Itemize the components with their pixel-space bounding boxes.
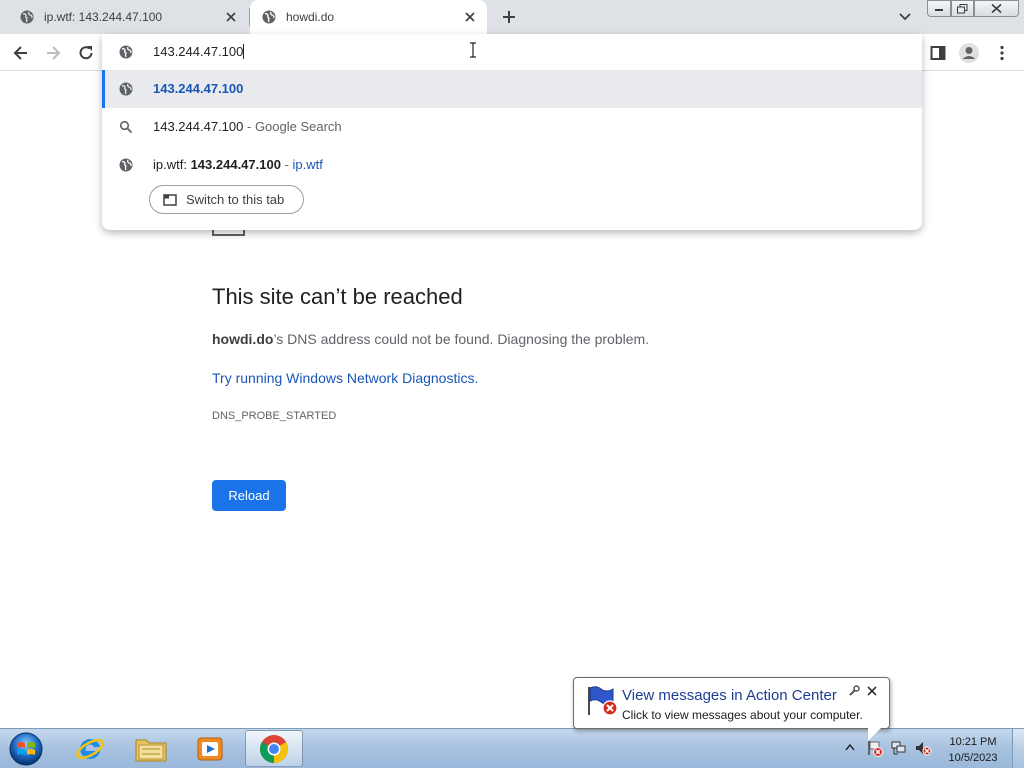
restore-button[interactable] bbox=[951, 0, 974, 17]
error-message-text: ’s DNS address could not be found. Diagn… bbox=[273, 331, 650, 347]
side-panel-icon bbox=[930, 46, 946, 60]
i-beam-cursor-icon bbox=[470, 42, 476, 58]
error-code: DNS_PROBE_STARTED bbox=[212, 410, 337, 422]
suggestion-text-group: ip.wtf: 143.244.47.100 - ip.wtf bbox=[153, 157, 323, 172]
more-vertical-icon bbox=[1000, 45, 1004, 61]
network-disconnected-icon[interactable] bbox=[890, 739, 908, 757]
address-bar-text: 143.244.47.100 bbox=[153, 44, 244, 59]
reload-icon bbox=[79, 46, 93, 60]
suggestion-separator: - bbox=[280, 157, 293, 172]
menu-button[interactable] bbox=[991, 42, 1013, 64]
taskbar-media-player[interactable] bbox=[181, 730, 239, 767]
address-bar-input[interactable]: 143.244.47.100 bbox=[153, 44, 245, 59]
search-icon bbox=[119, 120, 133, 134]
globe-icon bbox=[119, 45, 133, 59]
switch-to-tab-button[interactable]: Switch to this tab bbox=[149, 185, 304, 214]
media-player-icon bbox=[197, 737, 223, 760]
tab-howdi-do[interactable]: howdi.do bbox=[250, 0, 487, 34]
notification-pointer bbox=[868, 727, 882, 741]
tab-title: ip.wtf: 143.244.47.100 bbox=[44, 10, 163, 24]
restore-icon bbox=[957, 3, 968, 13]
action-center-notification[interactable]: View messages in Action Center Click to … bbox=[573, 677, 890, 729]
globe-icon bbox=[20, 10, 34, 24]
close-icon[interactable] bbox=[224, 10, 238, 24]
suggestion-text-group: 143.244.47.100 - Google Search bbox=[153, 119, 342, 134]
selection-indicator bbox=[102, 70, 105, 108]
tab-title: howdi.do bbox=[286, 10, 335, 24]
suggestion-separator: - bbox=[243, 119, 255, 134]
tab-ip-wtf[interactable]: ip.wtf: 143.244.47.100 bbox=[8, 0, 248, 34]
close-icon[interactable] bbox=[463, 10, 477, 24]
forward-button[interactable] bbox=[42, 42, 64, 64]
reload-toolbar-button[interactable] bbox=[75, 42, 97, 64]
globe-icon bbox=[119, 82, 133, 96]
tab-strip: ip.wtf: 143.244.47.100 howdi.do bbox=[0, 0, 1024, 34]
suggestion-url: ip.wtf bbox=[292, 157, 323, 172]
close-icon bbox=[991, 4, 1002, 13]
globe-icon bbox=[262, 10, 276, 24]
new-tab-plus-icon[interactable] bbox=[499, 7, 519, 27]
taskbar-windows-explorer[interactable] bbox=[122, 730, 180, 767]
reload-button[interactable]: Reload bbox=[212, 480, 286, 511]
suggestion-text: 143.244.47.100 bbox=[153, 81, 244, 96]
network-diagnostics-link[interactable]: Try running Windows Network Diagnostics bbox=[212, 370, 474, 386]
suggestion-engine: Google Search bbox=[254, 119, 342, 134]
suggestion-match: 143.244.47.100 bbox=[190, 157, 281, 172]
suggestion-prefix: ip.wtf: bbox=[153, 157, 191, 172]
clock-date: 10/5/2023 bbox=[948, 752, 998, 764]
profile-avatar-icon bbox=[959, 43, 979, 63]
taskbar-google-chrome[interactable] bbox=[245, 730, 303, 767]
action-center-tray-icon[interactable] bbox=[866, 739, 884, 757]
error-message: howdi.do’s DNS address could not be foun… bbox=[212, 331, 649, 347]
omnibox-input-row[interactable]: 143.244.47.100 bbox=[102, 34, 922, 70]
show-desktop-button[interactable] bbox=[1012, 729, 1024, 768]
text-caret bbox=[243, 44, 245, 59]
minimize-icon bbox=[935, 8, 943, 11]
omnibox-suggestion-search[interactable]: 143.244.47.100 - Google Search bbox=[102, 108, 922, 146]
notification-text: Click to view messages about your comput… bbox=[622, 708, 863, 722]
arrow-right-icon bbox=[47, 46, 61, 60]
suggestion-query: 143.244.47.100 bbox=[153, 119, 244, 134]
omnibox-dropdown: 143.244.47.100 143.244.47.100 143.244.47… bbox=[102, 34, 922, 230]
taskbar-clock[interactable]: 10:21 PM 10/5/2023 bbox=[938, 734, 1008, 766]
close-icon[interactable] bbox=[866, 685, 878, 697]
windows-start-orb-icon[interactable] bbox=[6, 731, 46, 767]
side-panel-button[interactable] bbox=[927, 42, 949, 64]
folder-icon bbox=[135, 739, 167, 761]
volume-muted-icon[interactable] bbox=[914, 739, 932, 757]
window-controls bbox=[927, 0, 1021, 18]
close-window-button[interactable] bbox=[974, 0, 1019, 17]
omnibox-suggestion-url[interactable]: 143.244.47.100 bbox=[102, 70, 922, 108]
clock-time: 10:21 PM bbox=[949, 736, 997, 748]
network-diagnostics-line: Try running Windows Network Diagnostics. bbox=[212, 370, 478, 386]
switch-tab-icon bbox=[163, 193, 177, 206]
wrench-options-icon[interactable] bbox=[848, 685, 860, 697]
internet-explorer-icon bbox=[76, 738, 104, 759]
link-period: . bbox=[474, 370, 479, 386]
show-hidden-icons-icon[interactable] bbox=[845, 743, 855, 751]
profile-button[interactable] bbox=[958, 42, 980, 64]
action-center-flag-icon bbox=[588, 686, 618, 716]
minimize-button[interactable] bbox=[927, 0, 951, 17]
omnibox-suggestion-open-tab[interactable]: ip.wtf: 143.244.47.100 - ip.wtf bbox=[102, 146, 922, 184]
chrome-icon bbox=[260, 734, 288, 763]
back-button[interactable] bbox=[10, 42, 32, 64]
error-title: This site can’t be reached bbox=[212, 284, 463, 309]
error-host: howdi.do bbox=[212, 331, 274, 347]
taskbar-internet-explorer[interactable] bbox=[61, 730, 119, 767]
switch-to-tab-label: Switch to this tab bbox=[186, 192, 285, 207]
notification-title: View messages in Action Center bbox=[622, 687, 837, 704]
arrow-left-icon bbox=[13, 46, 27, 60]
chevron-down-icon[interactable] bbox=[896, 9, 914, 25]
globe-icon bbox=[119, 158, 133, 172]
